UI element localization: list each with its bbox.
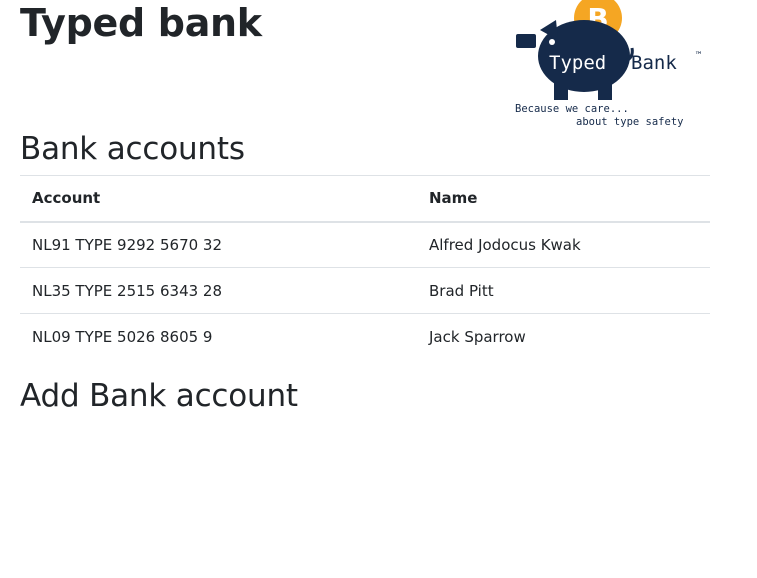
piggy-bank-logo-icon: B Typed Bank ™ Because we care... about … [515, 0, 701, 128]
brand-word-typed: Typed [549, 52, 606, 74]
table-header-row: Account Name [20, 175, 710, 222]
account-number-cell: NL09 TYPE 5026 8605 9 [32, 327, 213, 346]
account-name-cell: Brad Pitt [429, 281, 494, 300]
account-name-cell: Alfred Jodocus Kwak [429, 235, 581, 254]
column-header-name: Name [429, 189, 478, 208]
typed-bank-logo: B Typed Bank ™ Because we care... about … [512, 0, 712, 130]
column-header-account: Account [32, 189, 101, 208]
logo-tagline-line-1: Because we care... [515, 103, 629, 115]
bank-accounts-heading: Bank accounts [20, 131, 245, 167]
account-number-cell: NL35 TYPE 2515 6343 28 [32, 281, 223, 300]
logo-tagline-line-2: about type safety [576, 116, 683, 128]
table-row: NL09 TYPE 5026 8605 9 Jack Sparrow [20, 314, 710, 360]
bank-accounts-table: Account Name NL91 TYPE 9292 5670 32 Alfr… [20, 175, 710, 360]
page-title: Typed bank [20, 1, 262, 45]
table-row: NL35 TYPE 2515 6343 28 Brad Pitt [20, 268, 710, 314]
trademark-symbol: ™ [695, 51, 701, 61]
brand-word-bank: Bank [631, 52, 677, 74]
add-bank-account-heading: Add Bank account [20, 378, 298, 414]
account-name-cell: Jack Sparrow [429, 327, 526, 346]
account-number-cell: NL91 TYPE 9292 5670 32 [32, 235, 223, 254]
page: Typed bank B Typed Bank ™ Because we car… [0, 0, 757, 578]
table-row: NL91 TYPE 9292 5670 32 Alfred Jodocus Kw… [20, 222, 710, 268]
